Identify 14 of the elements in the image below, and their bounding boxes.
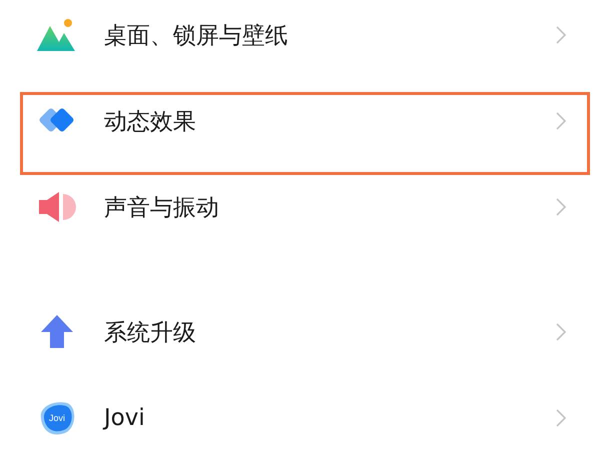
chevron-icon: [556, 409, 566, 427]
logo-text: Jovi: [49, 413, 65, 423]
row-label: 桌面、锁屏与壁纸: [104, 22, 289, 50]
chevron-icon: [556, 198, 566, 216]
chevron-icon: [556, 26, 566, 44]
row-label: 声音与振动: [104, 194, 220, 222]
row-label: Jovi: [104, 405, 146, 431]
row-label: 动态效果: [104, 108, 197, 136]
up-arrow-icon: [40, 314, 74, 350]
row-label: 系统升级: [104, 318, 197, 348]
chevron-icon: [556, 323, 566, 341]
mountain-icon: [37, 18, 77, 52]
chevron-icon: [556, 112, 566, 130]
speaker-icon: [37, 190, 77, 224]
